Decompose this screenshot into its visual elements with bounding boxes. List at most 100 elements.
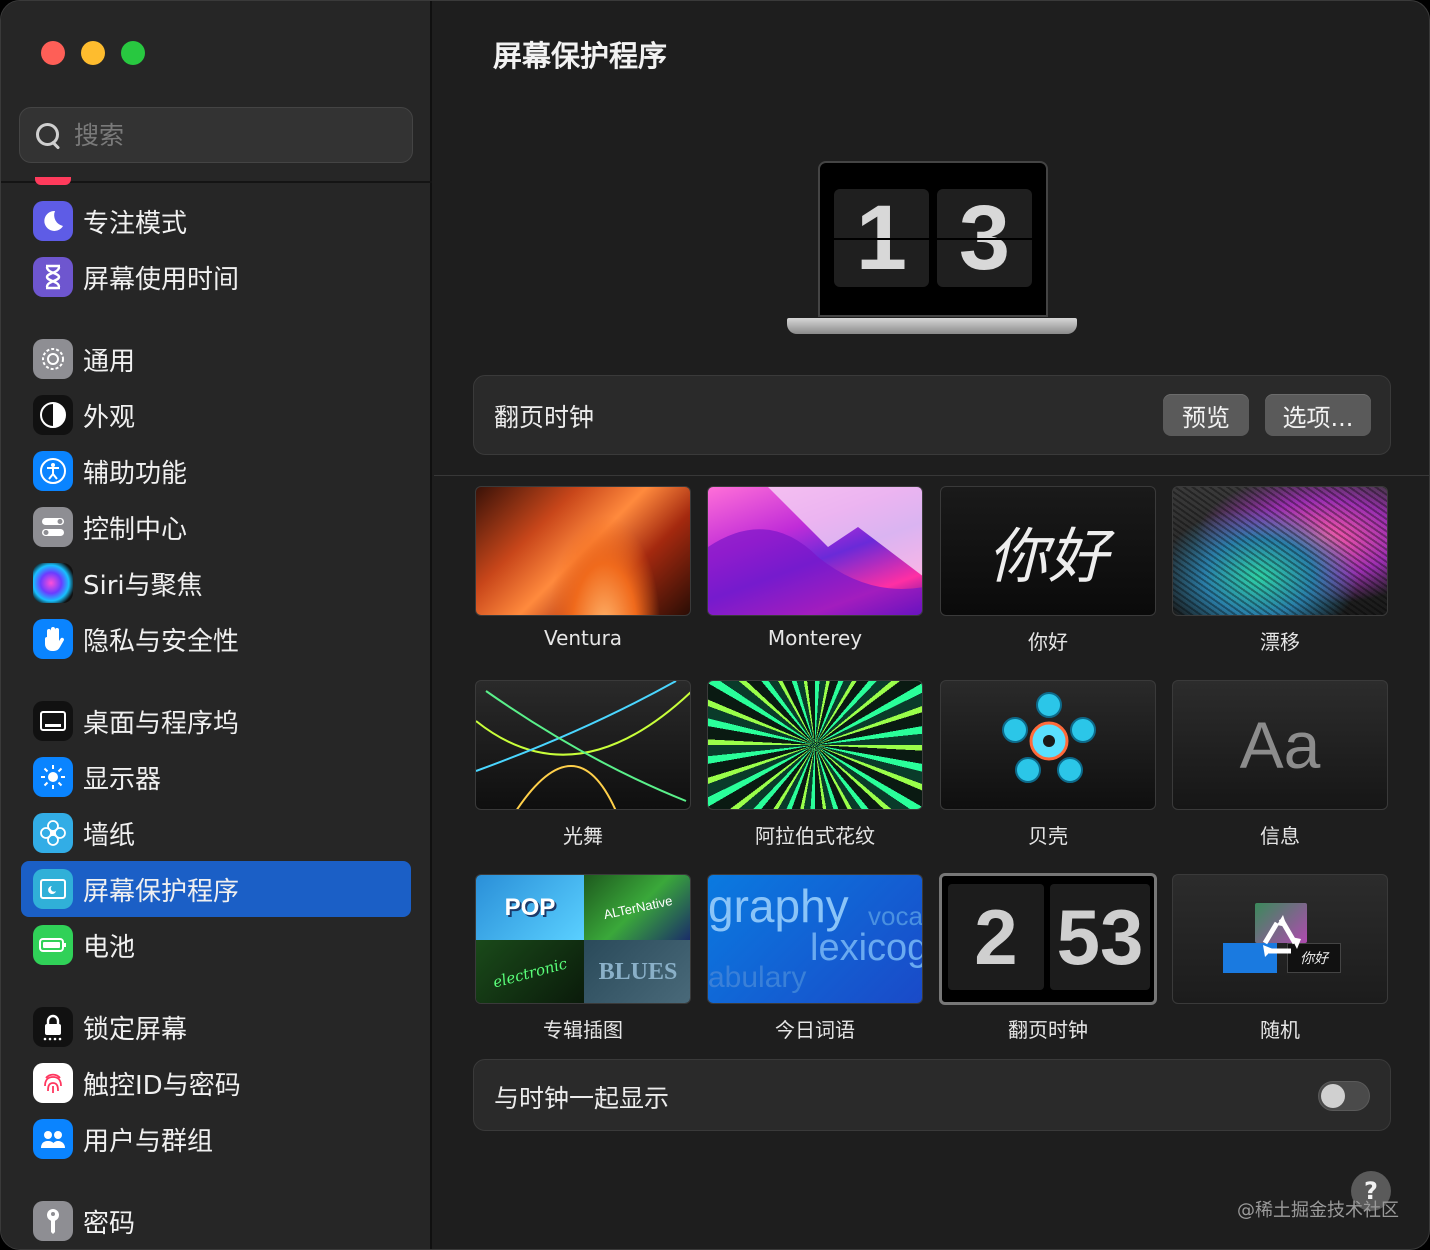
saver-label: 随机 [1260, 1018, 1300, 1042]
sidebar-item-general[interactable]: 通用 [21, 331, 411, 387]
sidebar-item-privacy[interactable]: 隐私与安全性 [21, 611, 411, 667]
screen-saver-icon [33, 869, 73, 909]
options-button[interactable]: 选项... [1265, 394, 1371, 436]
sidebar-item-displays[interactable]: 显示器 [21, 749, 411, 805]
preview-flip-hour: 1 [834, 187, 929, 289]
saver-label: 漂移 [1260, 630, 1300, 654]
scrolled-item-peek [35, 177, 71, 185]
saver-label: 专辑插图 [543, 1018, 623, 1042]
sidebar-item-passwords[interactable]: 密码 [21, 1193, 411, 1249]
appearance-icon [33, 395, 73, 435]
word-text-1: graphy [708, 880, 849, 932]
key-icon [33, 1201, 73, 1241]
saver-label: 贝壳 [1028, 824, 1068, 848]
show-with-clock-toggle[interactable] [1318, 1081, 1370, 1111]
saver-thumb-message[interactable]: Aa [1172, 680, 1388, 810]
sidebar-item-label: 密码 [83, 1208, 136, 1239]
sidebar-item-screen-saver[interactable]: 屏幕保护程序 [21, 861, 411, 917]
accessibility-icon [33, 451, 73, 491]
saver-label: 光舞 [563, 824, 603, 848]
search-icon [34, 121, 62, 149]
moon-icon [33, 201, 73, 241]
sidebar-item-battery[interactable]: 电池 [21, 917, 411, 973]
saver-thumb-arabesque[interactable] [707, 680, 923, 810]
settings-window: 专注模式 屏幕使用时间 通用 外观 辅助功能 [0, 0, 1430, 1250]
saver-thumb-flip-clock[interactable]: 2 53 [939, 873, 1157, 1005]
control-center-icon [33, 507, 73, 547]
sidebar-item-accessibility[interactable]: 辅助功能 [21, 443, 411, 499]
sidebar-item-siri[interactable]: Siri与聚焦 [21, 555, 411, 611]
flip-hour-text: 2 [974, 892, 1018, 981]
users-icon [33, 1119, 73, 1159]
saver-thumb-ventura[interactable] [475, 486, 691, 616]
sidebar-item-label: 桌面与程序坞 [83, 708, 240, 739]
flip-minute-text: 53 [1056, 892, 1144, 981]
sidebar-item-label: 隐私与安全性 [83, 626, 240, 657]
search-field[interactable] [19, 107, 413, 163]
album-blues-text: BLUES [598, 959, 678, 985]
sidebar-item-label: 外观 [83, 402, 136, 433]
saver-thumb-monterey[interactable] [707, 486, 923, 616]
sidebar-item-touch-id[interactable]: 触控ID与密码 [21, 1055, 411, 1111]
shuffle-icon [1262, 915, 1301, 957]
saver-thumb-word-of-the-day[interactable]: graphy voca lexicog abulary [707, 874, 923, 1004]
saver-label: Ventura [543, 626, 623, 650]
hourglass-icon [33, 257, 73, 297]
current-saver-panel: 翻页时钟 预览 选项... [473, 375, 1391, 455]
saver-thumb-random[interactable]: 你好 [1172, 874, 1388, 1004]
hand-icon [33, 619, 73, 659]
album-electronic-text: electronic [490, 953, 570, 992]
sidebar-item-label: 控制中心 [83, 514, 188, 545]
sidebar-item-desktop-dock[interactable]: 桌面与程序坞 [21, 693, 411, 749]
saver-label: 你好 [1028, 630, 1068, 654]
show-with-clock-label: 与时钟一起显示 [494, 1084, 670, 1113]
sun-icon [33, 757, 73, 797]
sidebar-item-label: 显示器 [83, 764, 162, 795]
sidebar-item-focus[interactable]: 专注模式 [21, 193, 411, 249]
preview-button[interactable]: 预览 [1163, 394, 1249, 436]
search-input[interactable] [74, 120, 374, 150]
word-text-3: lexicog [810, 927, 923, 969]
sidebar-item-label: 用户与群组 [83, 1126, 214, 1157]
sidebar-item-label: 墙纸 [83, 820, 136, 851]
saver-label: 今日词语 [775, 1018, 855, 1042]
zoom-button[interactable] [121, 41, 145, 65]
siri-icon [33, 563, 73, 603]
saver-thumb-drift[interactable] [1172, 486, 1388, 616]
message-sample-text: Aa [1239, 708, 1321, 782]
sidebar-item-lock-screen[interactable]: 锁定屏幕 [21, 999, 411, 1055]
sidebar-item-control-center[interactable]: 控制中心 [21, 499, 411, 555]
album-alternative-text: ALTerNative [602, 892, 674, 923]
preview-flip-minute: 3 [937, 187, 1032, 289]
toggle-knob [1321, 1084, 1345, 1108]
page-title: 屏幕保护程序 [493, 39, 668, 73]
window-controls [41, 41, 145, 65]
saver-thumb-hello[interactable]: 你好 [940, 486, 1156, 616]
flower-icon [33, 813, 73, 853]
saver-thumb-light-dance[interactable] [475, 680, 691, 810]
sidebar-item-users[interactable]: 用户与群组 [21, 1111, 411, 1167]
sidebar-item-label: 电池 [83, 932, 136, 963]
saver-label: 阿拉伯式花纹 [755, 824, 875, 848]
main-divider [434, 475, 1429, 476]
watermark: @稀土掘金技术社区 [1237, 1200, 1399, 1221]
sidebar-item-label: 屏幕保护程序 [83, 876, 240, 907]
saver-thumb-shell[interactable] [940, 680, 1156, 810]
sidebar-item-label: 通用 [83, 346, 136, 377]
dock-icon [33, 701, 73, 741]
saver-label: 信息 [1260, 824, 1300, 848]
album-pop-text: POP [504, 893, 556, 921]
close-button[interactable] [41, 41, 65, 65]
saver-thumb-album-artwork[interactable]: POP ALTerNative electronic BLUES [475, 874, 691, 1004]
fingerprint-icon [33, 1063, 73, 1103]
sidebar-item-wallpaper[interactable]: 墙纸 [21, 805, 411, 861]
sidebar-item-screen-time[interactable]: 屏幕使用时间 [21, 249, 411, 305]
sidebar: 专注模式 屏幕使用时间 通用 外观 辅助功能 [1, 1, 432, 1249]
sidebar-item-label: Siri与聚焦 [83, 570, 203, 601]
minimize-button[interactable] [81, 41, 105, 65]
saver-label: 翻页时钟 [1008, 1018, 1088, 1042]
sidebar-item-label: 屏幕使用时间 [83, 264, 240, 295]
lock-icon [33, 1007, 73, 1047]
main-pane: 屏幕保护程序 1 3 翻页时钟 预览 选项... Ventura Montere… [434, 1, 1429, 1249]
sidebar-item-appearance[interactable]: 外观 [21, 387, 411, 443]
